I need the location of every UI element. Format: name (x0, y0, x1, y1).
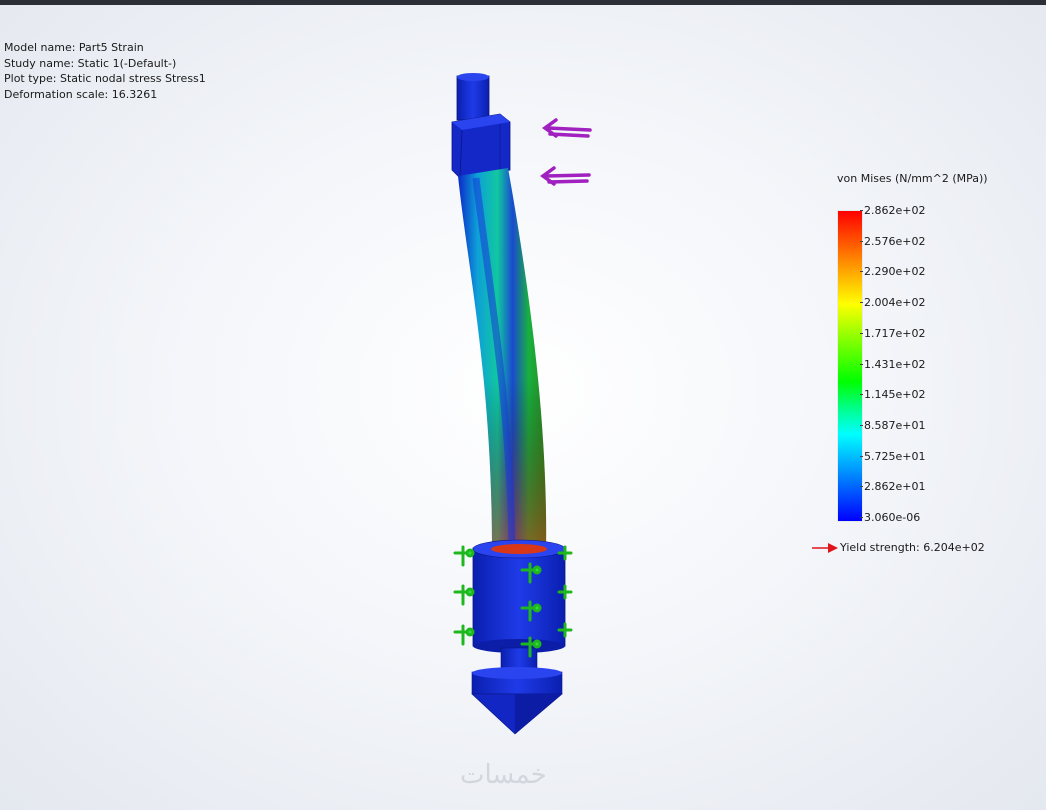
part-cone-tip (471, 667, 563, 735)
legend-title: von Mises (N/mm^2 (MPa)) (837, 172, 988, 185)
legend-tick-label: 2.862e+02 (859, 204, 926, 217)
legend-tick-label: 2.290e+02 (859, 265, 926, 279)
part-bent-rod (458, 168, 547, 550)
legend-tick-label: 1.431e+02 (859, 357, 926, 371)
watermark: خمسات (460, 760, 547, 790)
force-arrow-icon[interactable] (540, 118, 592, 186)
legend-tick-label: 3.060e-06 (859, 511, 921, 524)
legend-tick-label: 2.862e+01 (859, 480, 926, 494)
yield-arrow-icon (812, 543, 838, 553)
legend-tick-label: 5.725e+01 (859, 449, 926, 463)
legend-tick-label: 1.717e+02 (859, 326, 926, 340)
yield-strength-label: Yield strength: 6.204e+02 (840, 541, 985, 554)
legend-tick-label: 2.004e+02 (859, 296, 926, 310)
part-collar (472, 539, 566, 653)
yield-strength: Yield strength: 6.204e+02 (812, 541, 985, 554)
legend-tick-label: 8.587e+01 (859, 418, 926, 432)
legend-tick-label: 2.576e+02 (859, 234, 926, 248)
color-scale-bar (838, 211, 862, 521)
part-top-shaft (456, 73, 490, 121)
legend-tick-label: 1.145e+02 (859, 388, 926, 402)
model-viewport[interactable] (0, 0, 1046, 810)
part-hex-nut (451, 113, 511, 179)
